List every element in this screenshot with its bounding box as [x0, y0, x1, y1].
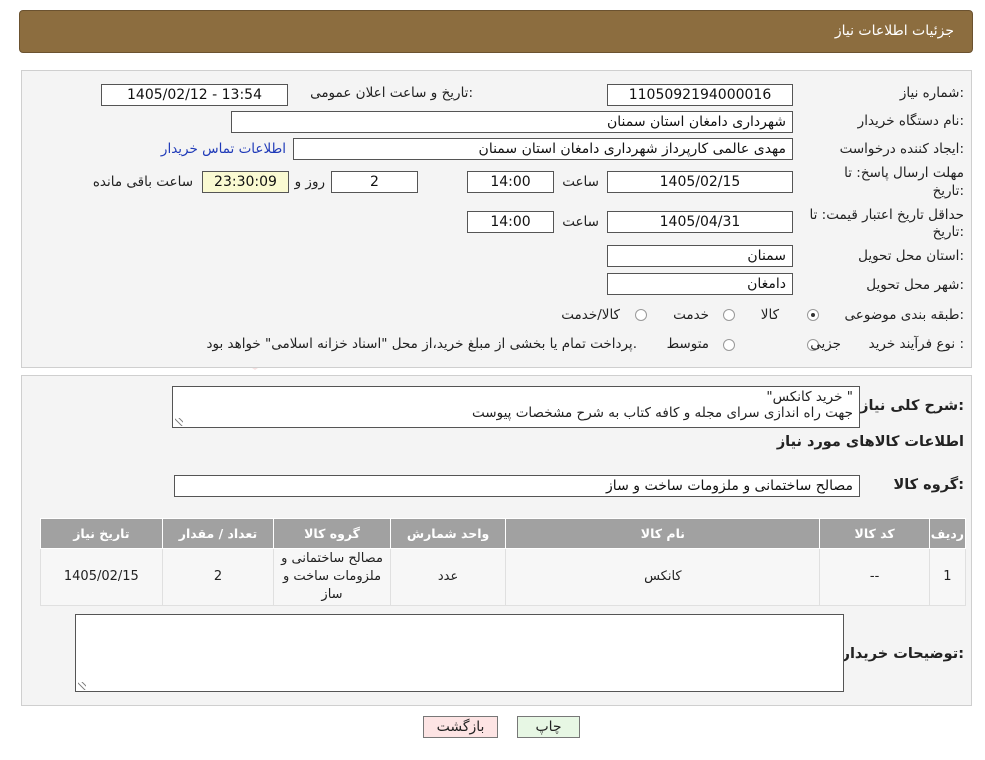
goods-group-field: مصالح ساختمانی و ملزومات ساخت و ساز: [174, 475, 860, 497]
back-button[interactable]: بازگشت: [423, 716, 498, 738]
cell-unit: عدد: [389, 548, 507, 606]
need-number-field: 1105092194000016: [607, 84, 793, 106]
col-header-unit: واحد شمارش: [389, 518, 507, 549]
announce-label: تاریخ و ساعت اعلان عمومی:: [310, 85, 473, 101]
category-radio-goods[interactable]: [807, 309, 819, 321]
category-option-service: خدمت: [673, 307, 709, 323]
category-radio-service[interactable]: [723, 309, 735, 321]
process-radio-medium[interactable]: [723, 339, 735, 351]
validity-time-field: 14:00: [467, 211, 554, 233]
cell-code: --: [819, 548, 930, 606]
cell-group-line-3: ساز: [321, 587, 343, 602]
city-field: دامغان: [607, 273, 793, 295]
reply-time-label: ساعت: [562, 174, 599, 190]
col-header-row-number: ردیف: [928, 518, 967, 549]
category-option-goods-service: کالا/خدمت: [561, 307, 620, 323]
process-option-medium: متوسط: [666, 336, 709, 352]
validity-date-field: 1405/04/31: [607, 211, 793, 233]
goods-info-title: اطلاعات کالاهای مورد نیاز: [776, 434, 964, 450]
page-title: جزئیات اطلاعات نیاز: [834, 23, 954, 39]
cell-group-line-2: ملزومات ساخت و: [282, 569, 382, 584]
reply-time-field: 14:00: [467, 171, 554, 193]
summary-line-1: "خرید کانکس ": [766, 389, 853, 405]
summary-line-2: جهت راه اندازی سرای مجله و کافه کتاب به …: [472, 405, 853, 421]
price-validity-label: حداقل تاریخ اعتبار قیمت: تا: [809, 207, 964, 223]
cell-date: 1405/02/15: [40, 548, 163, 606]
print-button[interactable]: چاپ: [517, 716, 580, 738]
province-field: سمنان: [607, 245, 793, 267]
buyer-org-field: شهرداری دامغان استان سمنان: [231, 111, 793, 133]
col-header-name: نام کالا: [505, 518, 821, 549]
details-panel: شماره نیاز: 1105092194000016 تاریخ و ساع…: [21, 70, 972, 368]
summary-textarea[interactable]: "خرید کانکس " جهت راه اندازی سرای مجله و…: [172, 386, 860, 428]
summary-label: شرح کلی نیاز:: [860, 398, 964, 414]
col-header-date: تاریخ نیاز: [40, 518, 163, 549]
need-number-label: شماره نیاز:: [899, 85, 964, 101]
table-header-row: ردیف کد کالا نام کالا واحد شمارش گروه کا…: [40, 518, 967, 549]
remaining-label: ساعت باقی مانده: [92, 174, 193, 190]
resize-handle-icon[interactable]: [78, 682, 86, 690]
col-header-group: گروه کالا: [273, 518, 391, 549]
announce-datetime-field: 1405/02/12 - 13:54: [101, 84, 288, 106]
province-label: استان محل تحویل:: [858, 248, 964, 264]
creator-label: ایجاد کننده درخواست:: [839, 141, 964, 157]
buyer-notes-textarea[interactable]: [75, 614, 844, 692]
process-option-minor: جزیی: [810, 336, 841, 352]
buyer-org-label: نام دستگاه خریدار:: [857, 113, 964, 129]
process-payment-note: پرداخت تمام یا بخشی از مبلغ خرید،از محل …: [206, 336, 637, 352]
reply-date-field: 1405/02/15: [607, 171, 793, 193]
needs-panel: شرح کلی نیاز: "خرید کانکس " جهت راه اندا…: [21, 375, 972, 706]
resize-handle-icon[interactable]: [175, 418, 183, 426]
col-header-code: کد کالا: [819, 518, 930, 549]
page-header: جزئیات اطلاعات نیاز: [19, 10, 973, 53]
cell-row-number: 1: [928, 548, 967, 606]
cell-group-line-1: مصالح ساختمانی و: [281, 551, 383, 566]
reply-deadline-label-2: تاریخ:: [932, 183, 964, 199]
price-validity-label-2: تاریخ:: [932, 224, 964, 240]
goods-table: ردیف کد کالا نام کالا واحد شمارش گروه کا…: [40, 518, 967, 606]
category-label: طبقه بندی موضوعی:: [844, 307, 964, 323]
goods-group-label: گروه کالا:: [893, 477, 964, 493]
days-label: روز و: [294, 174, 325, 190]
table-row: 1 -- کانکس عدد مصالح ساختمانی و ملزومات …: [40, 548, 967, 606]
cell-quantity: 2: [161, 548, 275, 606]
category-radio-goods-service[interactable]: [635, 309, 647, 321]
reply-deadline-label: مهلت ارسال پاسخ: تا: [844, 165, 964, 181]
buyer-notes-label: توضیحات خریدار:: [841, 646, 964, 662]
creator-field: مهدی عالمی کارپرداز شهرداری دامغان استان…: [293, 138, 793, 160]
validity-time-label: ساعت: [562, 214, 599, 230]
city-label: شهر محل تحویل:: [866, 277, 964, 293]
col-header-quantity: تعداد / مقدار: [161, 518, 275, 549]
cell-name: کانکس: [505, 548, 821, 606]
remaining-time-field: 23:30:09: [202, 171, 289, 193]
process-label: نوع فرآیند خرید :: [868, 336, 964, 352]
cell-group: مصالح ساختمانی و ملزومات ساخت و ساز: [273, 548, 391, 606]
days-field: 2: [331, 171, 418, 193]
category-option-goods: کالا: [760, 307, 779, 323]
buyer-contact-link[interactable]: اطلاعات تماس خریدار: [161, 141, 286, 157]
